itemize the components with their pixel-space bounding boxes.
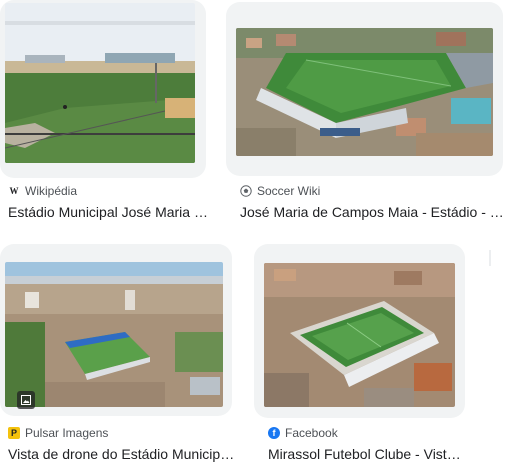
source-name: Wikipédia (25, 184, 78, 198)
source-row[interactable]: f Facebook (268, 426, 338, 440)
result-card-3[interactable]: P Pulsar Imagens Vista de drone do Estád… (0, 244, 240, 469)
result-title[interactable]: Estádio Municipal José Maria de Campos M… (8, 204, 212, 220)
thumbnail-container[interactable] (0, 0, 206, 178)
wikipedia-icon: W (9, 185, 19, 196)
thumbnail-container[interactable] (254, 244, 465, 418)
result-title[interactable]: Vista de drone do Estádio Municipal José… (8, 446, 236, 462)
result-title[interactable]: Mirassol Futebol Clube - Vista aérea (268, 446, 468, 462)
pulsar-imagens-icon: P (8, 427, 20, 439)
result-title[interactable]: José Maria de Campos Maia - Estádio - So… (240, 204, 505, 220)
stadium-aerial-photo[interactable] (264, 263, 455, 407)
stadium-ground-photo[interactable] (5, 3, 195, 163)
source-name: Soccer Wiki (257, 184, 321, 198)
thumbnail-container[interactable] (226, 2, 503, 176)
result-card-4[interactable]: f Facebook Mirassol Futebol Clube - Vist… (254, 244, 486, 469)
source-row[interactable]: P Pulsar Imagens (8, 426, 108, 440)
source-name: Pulsar Imagens (25, 426, 109, 440)
thumbnail-container[interactable] (0, 244, 232, 416)
source-row[interactable]: W Wikipédia (8, 184, 78, 198)
image-icon (17, 391, 35, 409)
facebook-icon: f (268, 427, 280, 439)
result-card-2[interactable]: Soccer Wiki José Maria de Campos Maia - … (226, 0, 505, 230)
result-card-1[interactable]: W Wikipédia Estádio Municipal José Maria… (0, 0, 215, 230)
drone-view-photo[interactable] (5, 262, 223, 407)
soccer-wiki-icon (240, 185, 252, 197)
source-row[interactable]: Soccer Wiki (240, 184, 320, 198)
stadium-aerial-photo[interactable] (236, 28, 493, 156)
source-name: Facebook (285, 426, 338, 440)
next-card-edge (486, 248, 505, 268)
